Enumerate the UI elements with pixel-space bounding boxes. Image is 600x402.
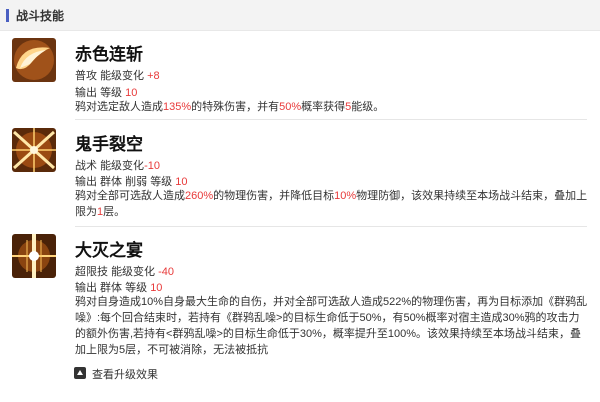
- description-text: 的特殊伤害，并有: [191, 101, 280, 113]
- divider: [75, 226, 587, 227]
- level-label: 等级: [150, 176, 173, 188]
- section-title: 战斗技能: [16, 9, 65, 23]
- level-label: 等级: [125, 282, 148, 294]
- skill-tags: 输出 群体: [75, 282, 123, 294]
- energy-label: 能级变化: [100, 70, 145, 82]
- skill-type: 超限技: [75, 266, 108, 278]
- description-text: 的物理伤害，并降低目标: [213, 190, 335, 202]
- skill-tags: 输出: [75, 87, 97, 99]
- skill-description: 鸦对自身造成10%自身最大生命的自伤，并对全部可选敌人造成522%的物理伤害，再…: [75, 294, 590, 358]
- skill-description: 鸦对全部可选敌人造成260%的物理伤害，并降低目标10%物理防御，该效果持续至本…: [75, 188, 590, 220]
- energy-label: 能级变化: [111, 266, 156, 278]
- energy-label: 能级变化: [100, 160, 145, 172]
- skill-tags-line: 输出 群体 削弱 等级 10: [75, 173, 188, 189]
- highlight-value: 50%: [279, 101, 302, 113]
- skill-name: 鬼手裂空: [75, 135, 143, 154]
- description-text: 鸦对全部可选敌人造成: [75, 190, 185, 202]
- skill-description: 鸦对选定敌人造成135%的特殊伤害，并有50%概率获得5能级。: [75, 99, 590, 115]
- energy-value: -10: [144, 160, 160, 172]
- skill-type-line: 超限技 能级变化 -40: [75, 263, 174, 279]
- description-text: 鸦对选定敌人造成: [75, 101, 163, 113]
- red-slash-skill-icon: [12, 38, 56, 82]
- energy-value: +8: [147, 70, 160, 82]
- level-label: 等级: [100, 87, 123, 99]
- description-text: 概率获得: [301, 101, 346, 113]
- skill-level: 10: [175, 176, 188, 188]
- skill-type-line: 战术 能级变化-10: [75, 157, 160, 173]
- skill-type: 战术: [75, 160, 97, 172]
- skill-level: 10: [125, 87, 138, 99]
- description-text: 能级。: [351, 101, 385, 113]
- highlight-value: 135%: [163, 101, 192, 113]
- skill-tags-line: 输出 等级 10: [75, 84, 137, 100]
- skill-tags: 输出 群体 削弱: [75, 176, 148, 188]
- skill-tags-line: 输出 群体 等级 10: [75, 279, 162, 295]
- skill-name: 赤色连斩: [75, 45, 143, 64]
- section-header: 战斗技能: [0, 0, 600, 31]
- skill-type: 普攻: [75, 70, 97, 82]
- highlight-value: 260%: [185, 190, 214, 202]
- highlight-value: 10%: [334, 190, 357, 202]
- skill-type-line: 普攻 能级变化 +8: [75, 67, 160, 83]
- skill-name: 大灭之宴: [75, 241, 143, 260]
- feast-of-destruction-skill-icon: [12, 234, 56, 278]
- up-arrow-icon: [74, 367, 86, 379]
- energy-value: -40: [158, 266, 175, 278]
- description-text: 层。: [103, 206, 126, 218]
- view-upgrade-effects-label: 查看升级效果: [92, 369, 158, 381]
- skill-level: 10: [150, 282, 163, 294]
- ghost-hand-skill-icon: [12, 128, 56, 172]
- section-accent-bar: [6, 9, 9, 22]
- description-text: 鸦对自身造成10%自身最大生命的自伤，并对全部可选敌人造成522%的物理伤害，再…: [75, 296, 588, 356]
- divider: [75, 119, 587, 120]
